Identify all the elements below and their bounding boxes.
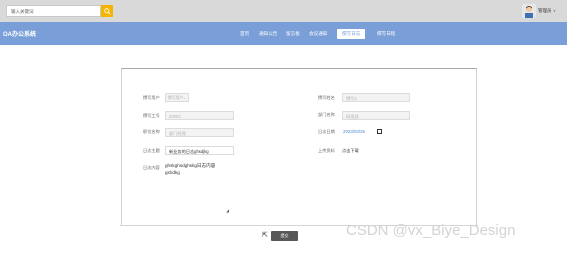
main-nav: OA办公系统 首页 通知公告 留言板 会议通知 撰写日志 撰写日程	[0, 22, 567, 45]
watermark: CSDN @vx_Biye_Design	[346, 222, 516, 239]
label-writer-name: 撰写姓名	[318, 95, 335, 100]
user-avatar-icon	[525, 6, 533, 18]
mouse-cursor-icon: ⇱	[262, 232, 268, 239]
log-content-line: ghskghsdghskg日志内容	[165, 163, 216, 168]
nav-item-message-board[interactable]: 留言板	[286, 31, 300, 37]
log-content-textarea[interactable]: ghskghsdghskg日志内容 gshdkg	[165, 162, 232, 214]
brand-title: OA办公系统	[3, 32, 37, 38]
chevron-down-icon: ⌄	[182, 96, 186, 100]
nav-item-notices[interactable]: 通知公告	[259, 31, 277, 37]
label-writer-id: 撰写工号	[143, 113, 160, 118]
label-writer-user: 撰写用户	[143, 95, 160, 100]
chevron-down-icon[interactable]: ∨	[553, 8, 556, 13]
label-log-date: 日志日期	[318, 129, 335, 134]
label-department: 部门名称	[318, 112, 335, 117]
nav-item-write-schedule[interactable]: 撰写日程	[377, 31, 395, 37]
search-button[interactable]	[101, 5, 113, 17]
search-input[interactable]: 输入关键词	[6, 5, 101, 17]
nav-item-meetings[interactable]: 会议通知	[309, 31, 327, 37]
top-bar: 输入关键词 管理员 ∨	[0, 0, 567, 22]
submit-button[interactable]: 提交	[271, 231, 298, 241]
writer-name-field[interactable]: 撰写2	[342, 93, 410, 102]
calendar-icon[interactable]	[377, 129, 382, 134]
position-field[interactable]: 部门经理	[165, 128, 234, 137]
avatar[interactable]	[522, 4, 536, 18]
nav-item-home[interactable]: 首页	[240, 31, 249, 37]
label-upload: 上传资料	[318, 148, 335, 153]
label-log-subject: 日志主题	[143, 148, 160, 153]
search-icon	[103, 7, 111, 15]
log-subject-field[interactable]: 新业务的日志ghsdjkg	[165, 146, 234, 155]
department-field[interactable]: 研发部	[342, 111, 410, 120]
label-position: 职位名称	[143, 129, 160, 134]
writer-user-select-value: 撰写用户	[168, 96, 184, 100]
user-name[interactable]: 管理员	[538, 8, 552, 14]
log-content-line: gshdkg	[165, 170, 180, 175]
resize-handle-icon[interactable]: ◢	[226, 208, 229, 213]
download-link[interactable]: 点击下载	[342, 148, 359, 154]
label-log-content: 日志内容	[143, 165, 160, 170]
writer-user-select[interactable]: 撰写用户 ⌄	[165, 93, 189, 102]
nav-item-write-log[interactable]: 撰写日志	[337, 29, 366, 39]
writer-id-field[interactable]: 20002	[165, 111, 234, 120]
